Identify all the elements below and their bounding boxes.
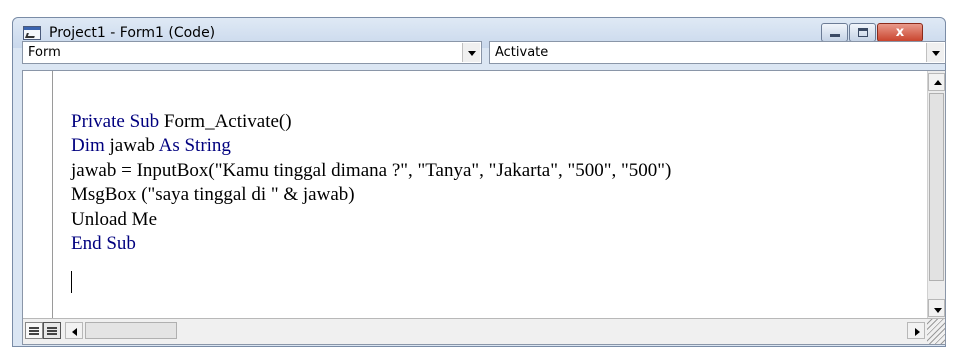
chevron-down-icon — [934, 308, 942, 313]
object-dropdown[interactable]: Form — [22, 41, 482, 64]
scroll-left-button[interactable] — [65, 322, 83, 339]
procedure-dropdown-arrow[interactable] — [926, 43, 944, 62]
maximize-icon — [858, 28, 868, 37]
code-text-run: Form_Activate() — [159, 110, 292, 132]
chevron-left-icon — [72, 328, 77, 336]
code-keyword: Dim — [71, 135, 105, 156]
scroll-up-button[interactable] — [928, 73, 945, 91]
code-line: End Sub — [71, 232, 925, 257]
procedure-dropdown-value: Activate — [495, 45, 549, 60]
procedure-view-button[interactable] — [25, 322, 43, 339]
margin-indicator-bar[interactable] — [23, 71, 53, 319]
horizontal-scroll-thumb[interactable] — [85, 322, 177, 339]
close-icon: x — [895, 25, 905, 40]
vertical-scroll-thumb[interactable] — [929, 93, 944, 281]
object-dropdown-value: Form — [28, 45, 61, 60]
code-line: Private Sub Form_Activate() — [71, 110, 925, 135]
code-keyword: Private Sub — [71, 110, 160, 132]
chevron-right-icon — [915, 328, 920, 336]
minimize-button[interactable] — [821, 23, 848, 42]
minimize-icon — [830, 34, 840, 37]
object-dropdown-arrow[interactable] — [462, 43, 480, 62]
code-editor[interactable]: Private Sub Form_Activate() Dim jawab As … — [22, 70, 946, 345]
bottom-bar — [23, 318, 945, 344]
code-line: MsgBox ("saya tinggal di " & jawab) — [71, 183, 925, 208]
scroll-right-button[interactable] — [907, 322, 925, 339]
code-text-run: jawab = InputBox("Kamu tinggal dimana ?"… — [71, 159, 672, 181]
code-line: Unload Me — [71, 208, 925, 233]
code-text[interactable]: Private Sub Form_Activate() Dim jawab As … — [71, 85, 925, 317]
text-caret — [71, 271, 72, 293]
procedure-dropdown[interactable]: Activate — [489, 41, 946, 64]
chevron-down-icon — [932, 51, 940, 56]
window-title: Project1 - Form1 (Code) — [49, 25, 216, 41]
vertical-scrollbar[interactable] — [927, 71, 945, 319]
chevron-up-icon — [934, 80, 942, 85]
full-module-view-icon — [47, 327, 57, 335]
code-line: Dim jawab As String — [71, 134, 925, 159]
code-text-run: MsgBox ("saya tinggal di " & jawab) — [71, 184, 355, 205]
code-text-run: Unload Me — [71, 208, 158, 230]
close-button[interactable]: x — [877, 23, 923, 42]
maximize-button[interactable] — [849, 23, 876, 42]
chevron-down-icon — [468, 51, 476, 56]
resize-grip[interactable] — [927, 319, 945, 344]
scroll-down-button[interactable] — [928, 299, 945, 317]
vb-code-window-icon[interactable] — [23, 26, 41, 40]
code-line: jawab = InputBox("Kamu tinggal dimana ?"… — [71, 159, 925, 184]
procedure-view-icon — [29, 327, 39, 335]
code-text-run: jawab — [104, 135, 159, 156]
full-module-view-button[interactable] — [43, 322, 61, 339]
code-keyword: As String — [158, 135, 231, 156]
code-keyword: End Sub — [71, 233, 136, 254]
